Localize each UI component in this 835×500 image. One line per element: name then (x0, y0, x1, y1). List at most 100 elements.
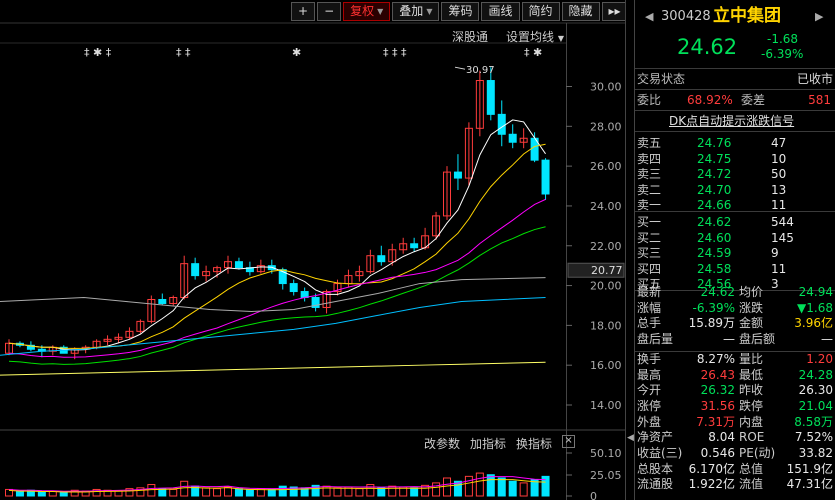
stat-row: 换手 8.27% 量比 1.20 (635, 351, 835, 367)
overlay-button[interactable]: 叠加 ▼ (392, 2, 440, 21)
stat-row: 净资产 8.04 ROE 7.52% (635, 429, 835, 445)
ask-row[interactable]: 卖五 24.76 47 (635, 135, 835, 151)
panel-divider[interactable] (625, 0, 635, 500)
stat-label: 总股本 (637, 461, 674, 476)
event-marker: ‡ ‡ (176, 46, 191, 59)
chart-subbar: 深股通 设置均线 ▼ (452, 28, 564, 45)
bid-row[interactable]: 买一 24.62 544 (635, 214, 835, 230)
stock-header: ◀ 300428 立中集团 ▶ (635, 6, 835, 28)
trade-status: 已收市 (796, 72, 833, 86)
stat-row: 收益(三) 0.546 PE(动) 33.82 (635, 445, 835, 461)
zoom-out-button[interactable]: − (317, 2, 342, 21)
current-price-label: 20.77 (591, 264, 623, 277)
hide-button[interactable]: 隐藏 (561, 2, 600, 21)
stat-value: 3.96亿 (794, 316, 833, 331)
ask-volume: 10 (771, 151, 787, 166)
ask-price: 24.70 (697, 182, 732, 197)
stat-row: 总手 15.89万 金额 3.96亿 (635, 315, 835, 331)
event-marker: ✱ (292, 46, 301, 59)
kline-chart[interactable]: 30.00 28.00 26.00 24.00 22.00 20.00 18.00 16.00… (0, 0, 625, 500)
stat-value: 7.31万 (696, 414, 735, 429)
stat-row: 盘后量 — 盘后额 — (635, 331, 835, 347)
overlay-label: 叠加 (399, 4, 424, 18)
divider (635, 89, 835, 90)
volume-bar (410, 487, 419, 497)
bid-label: 买四 (637, 261, 662, 276)
volume-toolbar: 改参数 加指标 换指标 × (424, 435, 576, 452)
bid-price: 24.59 (697, 246, 732, 261)
switch-indicator-button[interactable]: 换指标 (516, 435, 552, 452)
stat-label: 量比 (739, 351, 764, 366)
y-tick-label: 16.00 (590, 359, 622, 372)
ask-row[interactable]: 卖三 24.72 50 (635, 166, 835, 182)
price-block: 24.62 -1.68 -6.39% (635, 32, 835, 62)
stat-row: 流通股 1.922亿 流值 47.31亿 (635, 476, 835, 492)
candle-body (541, 159, 550, 195)
volume-bar (245, 488, 254, 497)
edit-params-button[interactable]: 改参数 (424, 435, 460, 452)
ask-volume: 47 (771, 136, 787, 150)
bid-row[interactable]: 买三 24.59 9 (635, 245, 835, 261)
stat-value: 0.546 (700, 446, 735, 460)
ask-label: 卖三 (637, 167, 662, 182)
simple-button[interactable]: 简约 (521, 2, 560, 21)
shenzhen-connect-link[interactable]: 深股通 (452, 28, 488, 45)
ask-row[interactable]: 卖二 24.70 13 (635, 182, 835, 198)
stat-value: 6.170亿 (688, 461, 735, 476)
volume-bar (497, 477, 506, 497)
volume-bar (388, 485, 397, 497)
ask-volume: 50 (771, 167, 787, 182)
volume-bar (213, 488, 222, 497)
divider (635, 68, 835, 69)
stat-label: 盘后额 (739, 332, 776, 347)
quote-panel: ◀ 300428 立中集团 ▶ 24.62 -1.68 -6.39% 交易状态 … (635, 0, 835, 500)
volume-bar (37, 491, 46, 497)
back-icon[interactable]: ◀ (645, 9, 653, 25)
divider (635, 351, 835, 352)
fuquan-button[interactable]: 复权 ▼ (343, 2, 391, 21)
high-annotation: 30.97 (466, 65, 495, 76)
more-button[interactable]: ▸▸ (601, 2, 628, 21)
stat-value: 8.27% (696, 351, 735, 366)
y-tick-label: 20.00 (590, 280, 622, 293)
bid-price: 24.60 (697, 230, 732, 245)
trade-status-label: 交易状态 (637, 72, 686, 86)
stat-label: ROE (739, 430, 765, 445)
chevron-down-icon: ▼ (426, 7, 433, 16)
bid-volume: 544 (771, 215, 794, 229)
stock-code: 300428 (661, 9, 711, 24)
stat-label: 涨幅 (637, 300, 662, 315)
ma-settings-link[interactable]: 设置均线 ▼ (506, 28, 564, 45)
divider (635, 110, 835, 111)
candle-body (234, 261, 243, 269)
stat-row: 最新 24.62 均价 24.94 (635, 284, 835, 300)
draw-line-button[interactable]: 画线 (481, 2, 520, 21)
add-indicator-button[interactable]: 加指标 (470, 435, 506, 452)
volume-bar (202, 487, 211, 497)
collapse-arrow-icon[interactable]: ◀ (627, 428, 634, 448)
ask-price: 24.72 (697, 167, 732, 182)
close-icon[interactable]: × (562, 435, 576, 448)
zoom-in-button[interactable]: + (291, 2, 316, 21)
chevron-down-icon: ▼ (377, 7, 384, 16)
stat-value: 15.89万 (688, 316, 735, 331)
candle-body (508, 133, 517, 143)
chart-toolbar: + − 复权 ▼ 叠加 ▼ 筹码 画线 简约 隐藏 ▸▸ (291, 2, 628, 23)
stat-row: 最高 26.43 最低 24.28 (635, 367, 835, 383)
volume-bar (169, 488, 178, 497)
ask-row[interactable]: 卖四 24.75 10 (635, 151, 835, 167)
volume-bar (508, 480, 517, 497)
signal-link[interactable]: DK点自动提示涨跌信号 (669, 113, 794, 129)
bid-row[interactable]: 买四 24.58 11 (635, 261, 835, 277)
stat-label: 总值 (739, 461, 764, 476)
volume-bar (475, 472, 484, 497)
bid-row[interactable]: 买二 24.60 145 (635, 230, 835, 246)
y-tick-label: 24.00 (590, 200, 622, 213)
chip-button[interactable]: 筹码 (441, 2, 480, 21)
stat-value: 1.922亿 (688, 477, 735, 492)
forward-icon[interactable]: ▶ (815, 9, 823, 25)
stat-label: 净资产 (637, 430, 674, 445)
stat-value: 24.62 (700, 285, 735, 299)
weicha-value: 581 (808, 93, 831, 107)
stat-label: PE(动) (739, 446, 776, 460)
